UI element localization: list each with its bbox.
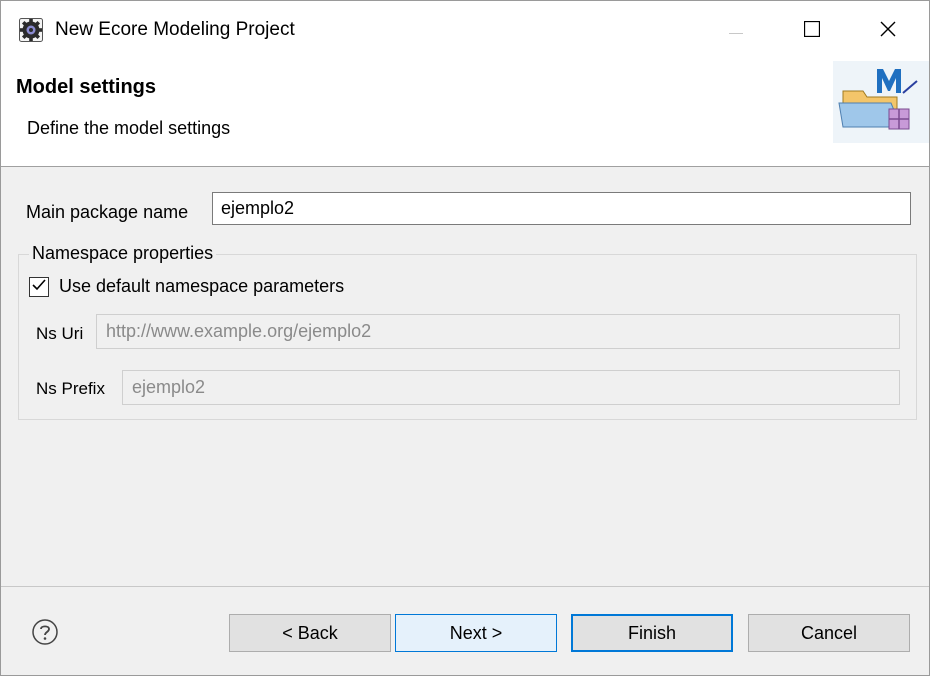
sirius-gear-icon <box>19 18 43 42</box>
wizard-content: Main package name ejemplo2 Namespace pro… <box>1 168 929 586</box>
ns-prefix-label: Ns Prefix <box>36 379 105 398</box>
close-button[interactable] <box>853 1 923 61</box>
minimize-icon <box>729 22 743 40</box>
main-package-label: Main package name <box>26 202 189 222</box>
main-package-input[interactable]: ejemplo2 <box>212 192 911 225</box>
namespace-properties-group: Namespace properties Use default namespa… <box>18 243 917 420</box>
use-default-namespace-checkbox[interactable] <box>29 276 49 297</box>
use-default-namespace-row[interactable]: Use default namespace parameters <box>29 276 344 297</box>
ns-uri-label: Ns Uri <box>36 324 84 343</box>
page-description: Define the model settings <box>27 118 231 138</box>
finish-button[interactable]: Finish <box>571 614 733 652</box>
checkmark-icon <box>32 278 46 296</box>
namespace-group-title: Namespace properties <box>29 243 217 264</box>
use-default-namespace-label: Use default namespace parameters <box>59 276 345 296</box>
minimize-button[interactable] <box>701 1 771 61</box>
next-button[interactable]: Next > <box>395 614 557 652</box>
maximize-icon <box>803 20 821 42</box>
help-icon[interactable] <box>31 618 59 646</box>
ns-uri-input[interactable]: http://www.example.org/ejemplo2 <box>96 314 900 349</box>
ns-prefix-input[interactable]: ejemplo2 <box>122 370 900 405</box>
page-title: Model settings <box>16 76 157 98</box>
title-bar[interactable]: New Ecore Modeling Project <box>1 1 929 61</box>
cancel-button[interactable]: Cancel <box>748 614 910 652</box>
wizard-window: New Ecore Modeling Project Model setting… <box>0 0 930 676</box>
ecore-modeling-project-wizard-icon <box>833 61 929 143</box>
wizard-footer: < Back Next > Finish Cancel <box>1 586 929 675</box>
close-icon <box>880 21 896 42</box>
wizard-header: Model settings Define the model settings <box>1 61 929 167</box>
maximize-button[interactable] <box>777 1 847 61</box>
window-title: New Ecore Modeling Project <box>55 19 295 40</box>
back-button[interactable]: < Back <box>229 614 391 652</box>
